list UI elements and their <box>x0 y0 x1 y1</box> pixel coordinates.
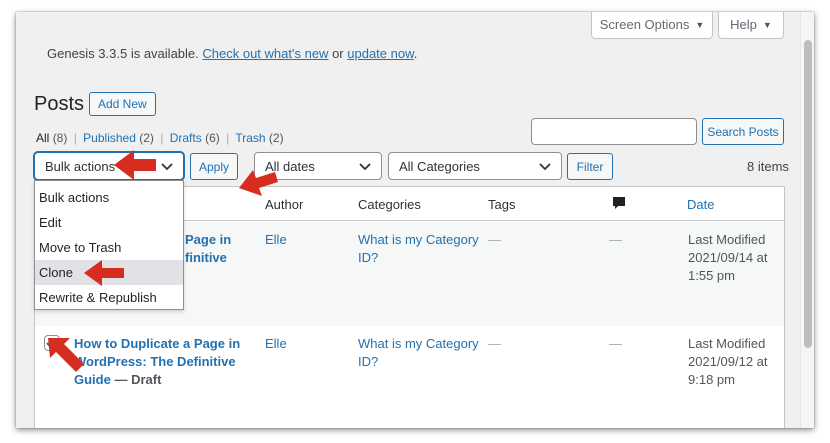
post-author[interactable]: Elle <box>265 231 287 249</box>
notice-period: . <box>413 46 418 61</box>
items-count: 8 items <box>747 159 789 174</box>
screen-options-label: Screen Options <box>599 17 690 32</box>
category-line: What is my Category <box>358 336 479 351</box>
date-line: 9:18 pm <box>688 372 735 387</box>
post-author[interactable]: Elle <box>265 335 287 353</box>
help-tab[interactable]: Help ▼ <box>718 12 784 39</box>
page-title: Posts <box>34 93 85 115</box>
caret-down-icon: ▼ <box>762 19 772 30</box>
chevron-down-icon <box>539 163 551 171</box>
date-line: 1:55 pm <box>688 268 735 283</box>
post-status-views: All (8) | Published (2) | Drafts (6) | T… <box>36 131 284 145</box>
column-date[interactable]: Date <box>687 197 714 212</box>
post-tags: — <box>488 232 501 247</box>
scrollbar-thumb[interactable] <box>804 40 812 348</box>
date-line: 2021/09/14 at <box>688 250 768 265</box>
view-all[interactable]: All <box>36 131 49 145</box>
menu-item-move-to-trash[interactable]: Move to Trash <box>35 235 183 260</box>
post-title[interactable]: Page in finitive <box>185 231 231 267</box>
view-drafts[interactable]: Drafts <box>170 131 202 145</box>
search-posts-input[interactable] <box>531 118 697 145</box>
category-line: What is my Category <box>358 232 479 247</box>
column-categories: Categories <box>358 197 421 212</box>
update-notice: Genesis 3.3.5 is available. Check out wh… <box>47 46 417 61</box>
column-tags: Tags <box>488 197 516 212</box>
view-published-count: (2) <box>139 131 154 145</box>
post-tags: — <box>488 336 501 351</box>
view-published[interactable]: Published <box>83 131 136 145</box>
view-trash-count: (2) <box>268 131 284 145</box>
title-line: Page in <box>185 232 232 247</box>
update-now-link[interactable]: update now <box>347 46 414 61</box>
annotation-arrow-icon <box>84 260 124 286</box>
bulk-actions-select[interactable]: Bulk actions <box>34 152 184 180</box>
title-line: WordPress: The Definitive <box>74 354 236 369</box>
view-all-count: (8) <box>52 131 68 145</box>
annotation-arrow-icon <box>239 170 278 196</box>
menu-item-rewrite-republish[interactable]: Rewrite & Republish <box>35 285 183 310</box>
post-comments: — <box>609 232 622 247</box>
whats-new-link[interactable]: Check out what's new <box>202 46 328 61</box>
wp-admin-window: Screen Options ▼ Help ▼ Genesis 3.3.5 is… <box>16 12 814 428</box>
menu-item-edit[interactable]: Edit <box>35 210 183 235</box>
view-trash[interactable]: Trash <box>235 131 265 145</box>
title-line: How to Duplicate a Page in <box>74 336 241 351</box>
comment-bubble-icon[interactable] <box>612 196 626 210</box>
date-line: Last Modified <box>688 336 766 351</box>
bulk-actions-dropdown: Bulk actions Edit Move to Trash Clone Re… <box>34 180 184 310</box>
help-label: Help <box>730 17 757 32</box>
apply-button[interactable]: Apply <box>190 153 238 180</box>
post-state: — Draft <box>110 372 162 387</box>
view-separator: | <box>226 131 230 145</box>
title-line: finitive <box>185 250 227 265</box>
notice-or: or <box>332 46 344 61</box>
post-comments: — <box>609 336 622 351</box>
vertical-scrollbar[interactable] <box>800 12 814 428</box>
post-date: Last Modified 2021/09/12 at 9:18 pm <box>688 335 768 389</box>
bulk-actions-value: Bulk actions <box>45 158 116 174</box>
screen-options-tab[interactable]: Screen Options ▼ <box>591 12 713 39</box>
table-row: How to Duplicate a Page in WordPress: Th… <box>35 326 784 428</box>
date-line: 2021/09/12 at <box>688 354 768 369</box>
date-line: Last Modified <box>688 232 766 247</box>
view-separator: | <box>73 131 77 145</box>
view-drafts-count: (6) <box>205 131 220 145</box>
post-date: Last Modified 2021/09/14 at 1:55 pm <box>688 231 768 285</box>
add-new-button[interactable]: Add New <box>89 92 156 116</box>
chevron-down-icon <box>359 163 371 171</box>
post-category[interactable]: What is my Category ID? <box>358 231 479 267</box>
post-category[interactable]: What is my Category ID? <box>358 335 479 371</box>
notice-text: Genesis 3.3.5 is available. <box>47 46 199 61</box>
post-title[interactable]: How to Duplicate a Page in WordPress: Th… <box>74 335 240 389</box>
menu-item-bulk-actions[interactable]: Bulk actions <box>35 185 183 210</box>
search-posts-button[interactable]: Search Posts <box>702 118 784 145</box>
chevron-down-icon <box>161 163 173 171</box>
categories-value: All Categories <box>399 158 480 174</box>
filter-button[interactable]: Filter <box>567 153 613 180</box>
view-separator: | <box>160 131 164 145</box>
category-line: ID? <box>358 250 379 265</box>
category-line: ID? <box>358 354 379 369</box>
annotation-arrow-icon <box>48 338 84 372</box>
caret-down-icon: ▼ <box>695 19 705 30</box>
annotation-arrow-icon <box>114 150 156 180</box>
categories-select[interactable]: All Categories <box>388 152 562 180</box>
